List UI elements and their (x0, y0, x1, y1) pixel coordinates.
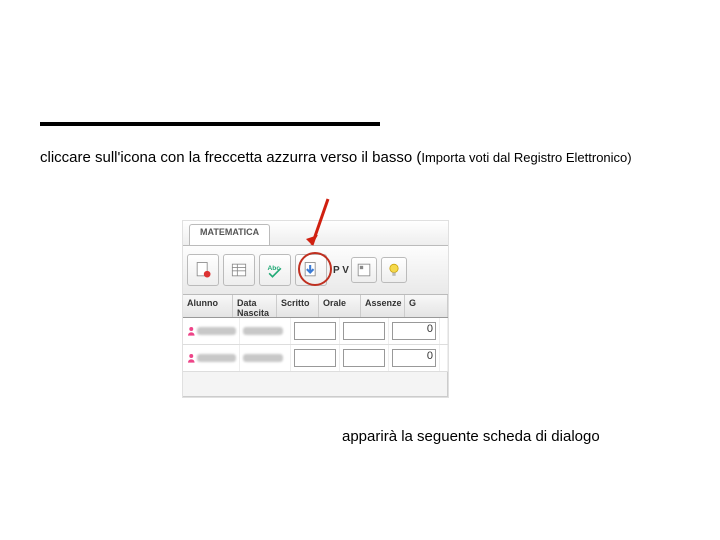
redacted-name (197, 354, 236, 362)
col-scritto[interactable]: Scritto (277, 295, 319, 317)
toolbar: Abc P V (183, 246, 448, 295)
instruction-text: cliccare sull'icona con la freccetta azz… (40, 148, 680, 168)
table-row[interactable]: 0 (183, 345, 448, 372)
cell-alunno (183, 345, 240, 371)
redacted-date (243, 327, 283, 335)
instruction-paren: Importa voti dal Registro Elettronico) (421, 150, 631, 165)
cell-data (240, 345, 291, 371)
col-rest[interactable]: G (405, 295, 448, 317)
col-orale[interactable]: Orale (319, 295, 361, 317)
redacted-name (197, 327, 236, 335)
heading-rule (40, 122, 380, 126)
import-arrow-down-icon[interactable] (295, 254, 327, 286)
lightbulb-icon[interactable] (381, 257, 407, 283)
table-icon[interactable] (223, 254, 255, 286)
cell-scritto[interactable] (291, 345, 340, 371)
cell-orale[interactable] (340, 345, 389, 371)
pv-label: P V (333, 265, 349, 276)
grid-header: Alunno Data Nascita Scritto Orale Assenz… (183, 295, 448, 318)
periodic-icon[interactable] (351, 257, 377, 283)
cell-scritto[interactable] (291, 318, 340, 344)
tab-bar: MATEMATICA (183, 221, 448, 246)
avatar-icon (186, 352, 197, 364)
footer-text: apparirà la seguente scheda di dialogo (342, 428, 600, 445)
cell-rest (440, 318, 448, 344)
cell-data (240, 318, 291, 344)
avatar-icon (186, 325, 197, 337)
abc-icon[interactable]: Abc (259, 254, 291, 286)
app-screenshot: MATEMATICA Abc P V Alunno (182, 220, 449, 398)
cell-rest (440, 345, 448, 371)
page-red-icon[interactable] (187, 254, 219, 286)
redacted-date (243, 354, 283, 362)
cell-assenze[interactable]: 0 (389, 345, 440, 371)
tab-subject[interactable]: MATEMATICA (189, 224, 270, 245)
instruction-main: cliccare sull'icona con la freccetta azz… (40, 149, 421, 166)
table-row[interactable]: 0 (183, 318, 448, 345)
cell-assenze[interactable]: 0 (389, 318, 440, 344)
col-alunno[interactable]: Alunno (183, 295, 233, 317)
cell-alunno (183, 318, 240, 344)
col-data[interactable]: Data Nascita (233, 295, 277, 317)
cell-orale[interactable] (340, 318, 389, 344)
col-assenze[interactable]: Assenze (361, 295, 405, 317)
